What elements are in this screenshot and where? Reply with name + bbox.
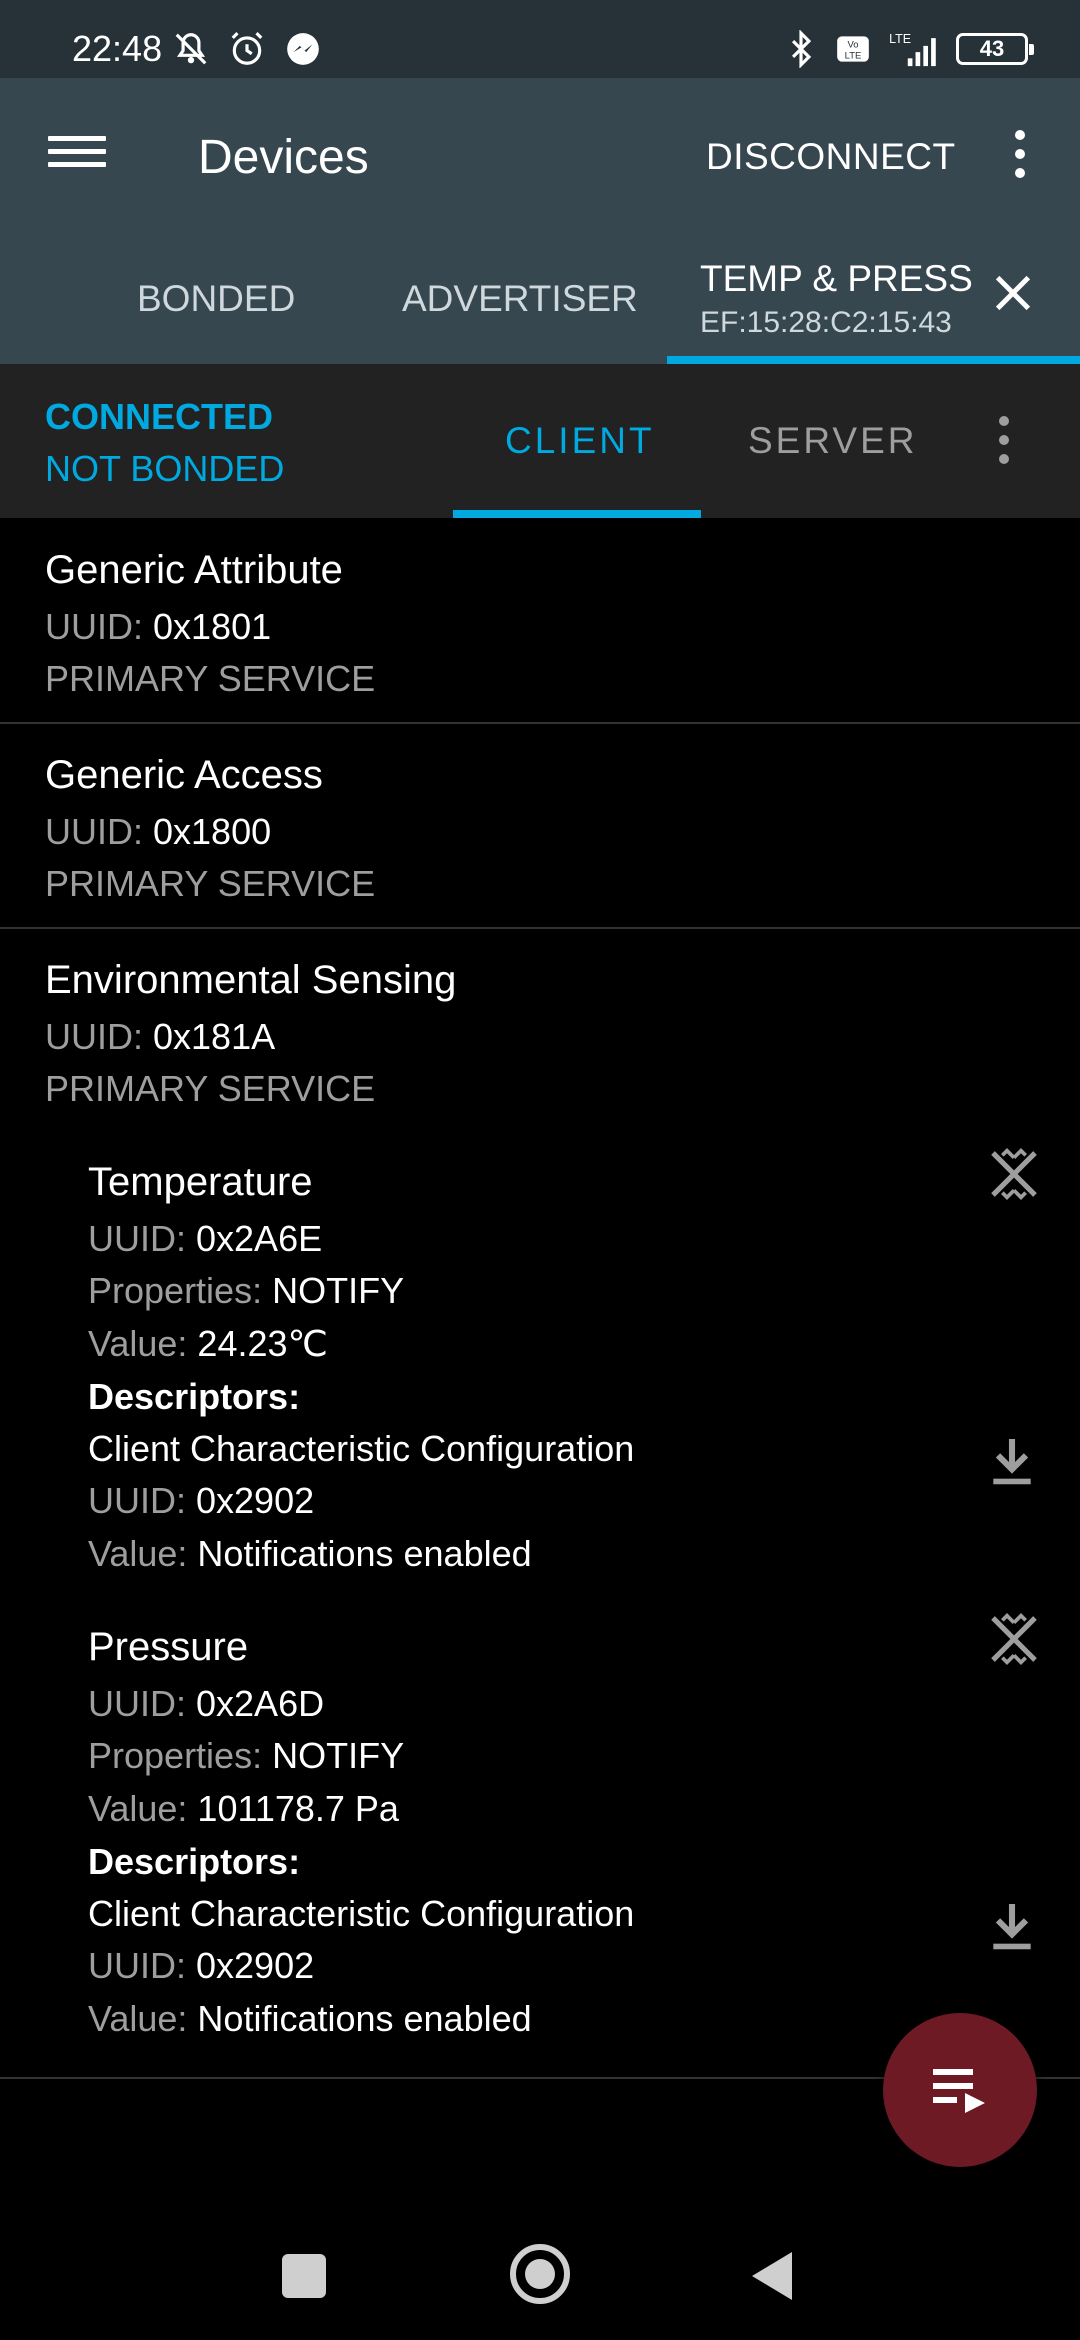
service-name: Environmental Sensing xyxy=(45,958,457,1002)
tab-indicator xyxy=(667,356,1080,364)
value-label: Value: xyxy=(88,1998,188,2039)
uuid-label: UUID: xyxy=(88,1218,186,1259)
descriptor-uuid: 0x2902 xyxy=(196,1945,315,1986)
uuid-label: UUID: xyxy=(88,1480,186,1521)
tab-device-address: EF:15:28:C2:15:43 xyxy=(700,306,952,339)
service-name: Generic Attribute xyxy=(45,548,343,592)
value-label: Value: xyxy=(88,1788,188,1829)
close-icon[interactable] xyxy=(990,270,1036,316)
download-icon[interactable] xyxy=(984,1897,1040,1953)
recents-icon[interactable] xyxy=(282,2254,326,2298)
notify-disabled-icon[interactable] xyxy=(986,1611,1042,1667)
connection-bar: CONNECTED NOT BONDED CLIENT SERVER xyxy=(0,364,1080,518)
properties-label: Properties: xyxy=(88,1735,263,1776)
device-tabs: BONDED ADVERTISER TEMP & PRESS EF:15:28:… xyxy=(0,228,1080,364)
descriptor-name: Client Characteristic Configuration xyxy=(88,1893,635,1934)
service-item[interactable]: Environmental Sensing UUID: 0x181A PRIMA… xyxy=(0,928,1080,1109)
menu-icon[interactable] xyxy=(42,128,112,184)
descriptor-value: Notifications enabled xyxy=(197,1533,532,1574)
home-icon[interactable] xyxy=(510,2244,570,2304)
service-item[interactable]: Generic Access UUID: 0x1800 PRIMARY SERV… xyxy=(0,723,1080,928)
bluetooth-icon xyxy=(791,30,812,68)
more-options-icon[interactable] xyxy=(1006,130,1034,186)
download-icon[interactable] xyxy=(984,1432,1040,1488)
tab-device-name[interactable]: TEMP & PRESS xyxy=(700,258,973,300)
alarm-icon xyxy=(231,32,263,65)
uuid-label: UUID: xyxy=(88,1945,186,1986)
descriptors-label: Descriptors: xyxy=(88,1841,301,1882)
navigation-bar xyxy=(0,2180,1080,2340)
service-uuid: 0x1800 xyxy=(153,811,272,852)
svg-text:LTE: LTE xyxy=(889,32,911,46)
lte-signal-icon: LTE xyxy=(889,32,936,67)
characteristic-name: Temperature xyxy=(88,1160,313,1204)
tab-advertiser[interactable]: ADVERTISER xyxy=(402,278,638,320)
status-time: 22:48 xyxy=(72,28,163,69)
page-title: Devices xyxy=(198,131,369,184)
tab-bonded[interactable]: BONDED xyxy=(137,278,295,320)
service-uuid: 0x181A xyxy=(153,1016,276,1057)
descriptor-value: Notifications enabled xyxy=(197,1998,532,2039)
notify-disabled-icon[interactable] xyxy=(986,1146,1042,1202)
tab-client[interactable]: CLIENT xyxy=(505,420,655,462)
service-item[interactable]: Generic Attribute UUID: 0x1801 PRIMARY S… xyxy=(0,518,1080,723)
svg-text:Vo: Vo xyxy=(847,39,858,50)
connection-state: CONNECTED xyxy=(45,396,274,437)
service-uuid: 0x1801 xyxy=(153,606,272,647)
back-icon[interactable] xyxy=(752,2252,792,2300)
descriptor-uuid: 0x2902 xyxy=(196,1480,315,1521)
playlist-play-icon xyxy=(933,2069,985,2113)
uuid-label: UUID: xyxy=(45,606,143,647)
characteristic-properties: NOTIFY xyxy=(272,1270,405,1311)
tab-indicator xyxy=(453,510,701,518)
tab-server[interactable]: SERVER xyxy=(748,420,918,462)
characteristic-value: 101178.7 Pa xyxy=(197,1788,399,1829)
descriptors-label: Descriptors: xyxy=(88,1376,301,1417)
messenger-icon xyxy=(287,33,319,65)
characteristic-properties: NOTIFY xyxy=(272,1735,405,1776)
service-type: PRIMARY SERVICE xyxy=(45,1068,376,1109)
app-bar: Devices DISCONNECT xyxy=(0,78,1080,228)
more-options-icon[interactable] xyxy=(990,416,1018,472)
mute-icon xyxy=(175,33,207,65)
value-label: Value: xyxy=(88,1323,188,1364)
svg-text:LTE: LTE xyxy=(845,51,862,62)
uuid-label: UUID: xyxy=(88,1683,186,1724)
characteristic-item[interactable]: Temperature UUID: 0x2A6E Properties: NOT… xyxy=(0,1130,1080,1580)
characteristic-uuid: 0x2A6D xyxy=(196,1683,325,1724)
uuid-label: UUID: xyxy=(45,811,143,852)
characteristic-name: Pressure xyxy=(88,1625,249,1669)
characteristic-uuid: 0x2A6E xyxy=(196,1218,323,1259)
descriptor-name: Client Characteristic Configuration xyxy=(88,1428,635,1469)
disconnect-button[interactable]: DISCONNECT xyxy=(706,136,956,178)
service-type: PRIMARY SERVICE xyxy=(45,658,376,699)
battery-icon: 43 xyxy=(956,33,1034,65)
status-bar: 22:48 Vo LTE LTE 43 xyxy=(0,0,1080,78)
log-fab-button[interactable] xyxy=(883,2013,1037,2167)
uuid-label: UUID: xyxy=(45,1016,143,1057)
service-type: PRIMARY SERVICE xyxy=(45,863,376,904)
bond-state: NOT BONDED xyxy=(45,448,285,489)
characteristic-value: 24.23℃ xyxy=(197,1323,328,1364)
value-label: Value: xyxy=(88,1533,188,1574)
service-name: Generic Access xyxy=(45,753,323,797)
characteristic-item[interactable]: Pressure UUID: 0x2A6D Properties: NOTIFY… xyxy=(0,1595,1080,2045)
volte-icon: VoLTE xyxy=(837,36,869,62)
properties-label: Properties: xyxy=(88,1270,263,1311)
